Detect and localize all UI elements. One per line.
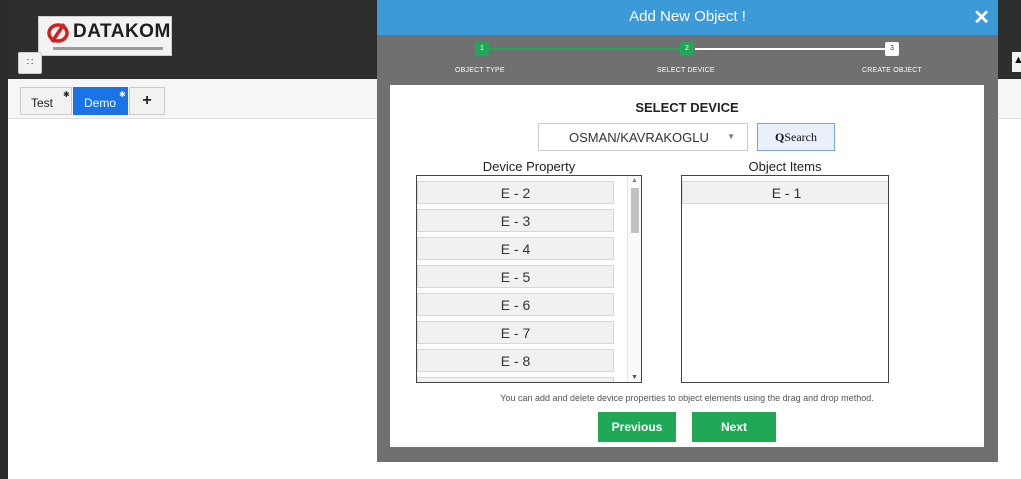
gear-icon[interactable]: ✱ xyxy=(119,90,126,99)
list-item[interactable]: E - 5 xyxy=(417,265,614,288)
grid-icon: ∷ xyxy=(26,57,34,68)
scroll-thumb[interactable] xyxy=(631,188,639,233)
apps-grid-button[interactable]: ∷ xyxy=(18,52,42,74)
step-connector-pending xyxy=(695,48,889,50)
section-title: SELECT DEVICE xyxy=(635,100,739,115)
tab-demo[interactable]: Demo ✱ xyxy=(73,87,128,115)
add-object-modal: Add New Object ! ✕ 1 OBJECT TYPE 2 SELEC… xyxy=(377,0,998,462)
list-item-partial[interactable] xyxy=(417,377,614,382)
datakom-logo: DATAKOM xyxy=(38,16,172,56)
search-button[interactable]: QSearch xyxy=(757,123,835,151)
tab-demo-label: Demo xyxy=(84,96,117,110)
drag-drop-help-text: You can add and delete device properties… xyxy=(500,393,874,403)
step-1-indicator: 1 xyxy=(475,42,489,56)
device-select-value: OSMAN/KAVRAKOGLU xyxy=(569,130,709,145)
step-2-label: SELECT DEVICE xyxy=(657,67,715,74)
chevron-down-icon: ▼ xyxy=(727,132,735,141)
list-item[interactable]: E - 1 xyxy=(682,181,888,204)
object-items-list[interactable]: E - 1 xyxy=(681,175,889,383)
vertical-scrollbar[interactable]: ▲ ▼ xyxy=(627,176,641,382)
gear-icon[interactable]: ✱ xyxy=(63,90,70,99)
logo-mark-icon xyxy=(47,23,69,43)
step-3-label: CREATE OBJECT xyxy=(862,67,923,74)
tab-test-label: Test xyxy=(31,96,54,110)
step-2-indicator: 2 xyxy=(680,42,694,56)
list-item[interactable]: E - 2 xyxy=(417,181,614,204)
step-1-label: OBJECT TYPE xyxy=(455,67,505,74)
list-item[interactable]: E - 6 xyxy=(417,293,614,316)
close-icon[interactable]: ✕ xyxy=(973,5,990,30)
select-device-panel: SELECT DEVICE OSMAN/KAVRAKOGLU ▼ QSearch… xyxy=(390,85,984,447)
next-button[interactable]: Next xyxy=(692,412,776,442)
device-property-list[interactable]: E - 2 E - 3 E - 4 E - 5 E - 6 E - 7 E - … xyxy=(416,175,642,383)
modal-header: Add New Object ! ✕ xyxy=(377,0,998,35)
list-item[interactable]: E - 7 xyxy=(417,321,614,344)
logo-subline xyxy=(53,47,163,50)
search-icon: Q xyxy=(775,130,785,144)
search-button-label: Search xyxy=(784,130,817,144)
right-edge-button[interactable]: ▲ xyxy=(1012,52,1021,72)
logo-text: DATAKOM xyxy=(73,21,171,42)
device-select[interactable]: OSMAN/KAVRAKOGLU ▼ xyxy=(538,123,748,151)
tab-test[interactable]: Test ✱ xyxy=(20,87,72,115)
device-property-heading: Device Property xyxy=(482,159,576,174)
previous-button[interactable]: Previous xyxy=(598,412,676,442)
scroll-up-icon[interactable]: ▲ xyxy=(631,177,638,184)
left-edge-strip xyxy=(0,0,8,479)
step-connector-done xyxy=(487,48,685,50)
wizard-stepper: 1 OBJECT TYPE 2 SELECT DEVICE 3 CREATE O… xyxy=(377,35,998,85)
object-items-heading: Object Items xyxy=(748,159,822,174)
list-item[interactable]: E - 3 xyxy=(417,209,614,232)
pin-icon: ▲ xyxy=(1013,54,1021,66)
scroll-down-icon[interactable]: ▼ xyxy=(631,374,638,381)
step-3-indicator: 3 xyxy=(885,42,899,56)
list-item[interactable]: E - 4 xyxy=(417,237,614,260)
add-tab-button[interactable]: + xyxy=(129,87,165,115)
modal-title: Add New Object ! xyxy=(629,8,746,25)
list-item[interactable]: E - 8 xyxy=(417,349,614,372)
